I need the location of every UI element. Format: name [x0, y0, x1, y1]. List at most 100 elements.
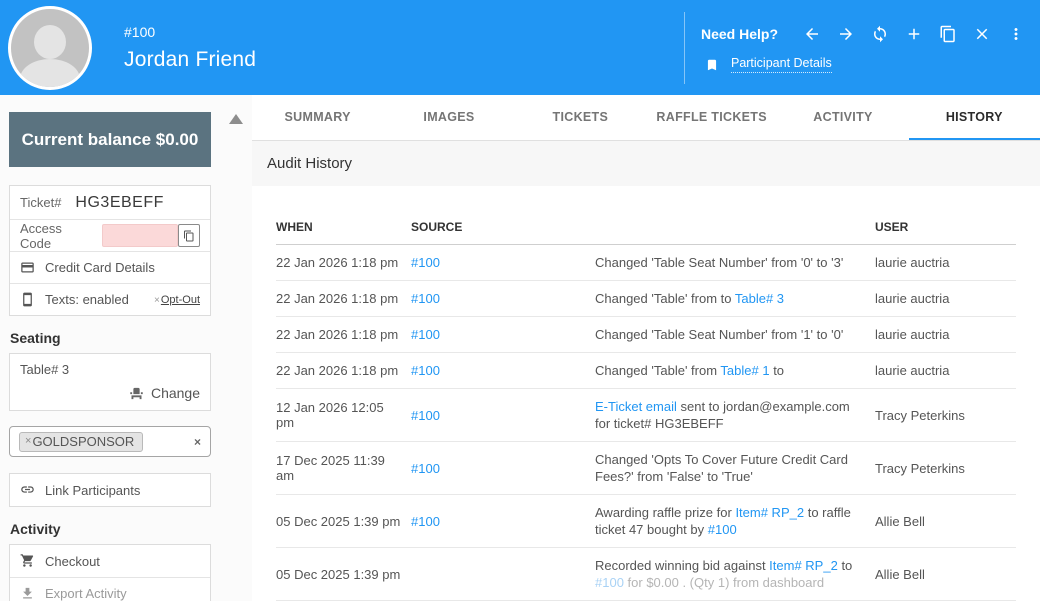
- tab-history[interactable]: HISTORY: [909, 95, 1040, 140]
- cell-source: #100: [411, 255, 595, 270]
- tab-summary[interactable]: SUMMARY: [252, 95, 383, 140]
- description-text: Awarding raffle prize for: [595, 505, 735, 520]
- breadcrumb[interactable]: Participant Details: [731, 56, 832, 73]
- ticket-row: Ticket# HG3EBEFF: [10, 186, 210, 219]
- table-row: 17 Dec 2025 11:39 am#100Changed 'Opts To…: [276, 442, 1016, 495]
- cell-description: Awarding raffle prize for Item# RP_2 to …: [595, 504, 875, 538]
- source-link[interactable]: #100: [411, 461, 440, 476]
- cell-user: Allie Bell: [875, 567, 1016, 582]
- change-seat-button[interactable]: Change: [20, 385, 200, 401]
- description-link[interactable]: Table# 1: [720, 363, 769, 378]
- cell-user: Allie Bell: [875, 514, 1016, 529]
- avatar: [8, 6, 92, 90]
- tag-goldsponsor: × GOLDSPONSOR: [19, 432, 143, 452]
- refresh-icon[interactable]: [866, 22, 894, 46]
- description-link[interactable]: E-Ticket email: [595, 399, 677, 414]
- avatar-silhouette: [34, 25, 66, 59]
- description-link[interactable]: Item# RP_2: [735, 505, 804, 520]
- ticket-value: HG3EBEFF: [75, 194, 163, 212]
- activity-card: Checkout Export Activity: [9, 544, 211, 601]
- cell-when: 22 Jan 2026 1:18 pm: [276, 291, 411, 306]
- cell-user: laurie auctria: [875, 255, 1016, 270]
- bookmark-icon: [705, 58, 719, 72]
- download-icon: [20, 586, 36, 601]
- description-text: for $0.00 . (Qty 1) from dashboard: [624, 575, 824, 590]
- tags-input[interactable]: × GOLDSPONSOR ×: [9, 426, 211, 457]
- description-link[interactable]: Table# 3: [735, 291, 784, 306]
- cart-icon: [20, 553, 36, 569]
- table-row: 22 Jan 2026 1:18 pm#100 Changed 'Table Se…: [276, 245, 1016, 281]
- forward-arrow-icon[interactable]: [832, 22, 860, 46]
- table-assignment: Table# 3: [20, 362, 200, 377]
- credit-card-row[interactable]: Credit Card Details: [10, 251, 210, 283]
- participant-info-card: Ticket# HG3EBEFF Access Code Credit Card…: [9, 185, 211, 316]
- header-toolbar: Need Help? Participant Details: [684, 12, 1030, 84]
- participant-name: Jordan Friend: [124, 48, 256, 72]
- cell-source: #100: [411, 363, 595, 378]
- description-text: Changed 'Table Seat Number' from '0' to …: [595, 255, 843, 270]
- source-link[interactable]: #100: [411, 363, 440, 378]
- description-text: Changed 'Opts To Cover Future Credit Car…: [595, 452, 848, 484]
- copy-access-code-button[interactable]: [178, 224, 200, 247]
- access-code-row: Access Code: [10, 219, 210, 251]
- description-text: Changed 'Table' from: [595, 363, 720, 378]
- link-participants-button[interactable]: Link Participants: [10, 474, 210, 506]
- checkout-button[interactable]: Checkout: [10, 545, 210, 577]
- export-activity-button[interactable]: Export Activity: [10, 577, 210, 601]
- tab-bar: SUMMARY IMAGES TICKETS RAFFLE TICKETS AC…: [252, 95, 1040, 141]
- more-vert-icon[interactable]: [1002, 22, 1030, 46]
- col-source: SOURCE: [411, 220, 595, 234]
- table-row: 12 Jan 2026 12:05 pm#100E-Ticket email s…: [276, 389, 1016, 442]
- clear-tags-icon[interactable]: ×: [194, 435, 201, 449]
- cell-user: laurie auctria: [875, 291, 1016, 306]
- tab-raffle-tickets[interactable]: RAFFLE TICKETS: [646, 95, 777, 140]
- remove-tag-icon[interactable]: ×: [25, 435, 31, 447]
- cell-user: Tracy Peterkins: [875, 461, 1016, 476]
- seating-card: Table# 3 Change: [9, 353, 211, 411]
- source-link[interactable]: #100: [411, 327, 440, 342]
- access-code-input[interactable]: [102, 224, 178, 247]
- back-arrow-icon[interactable]: [798, 22, 826, 46]
- cell-source: #100: [411, 327, 595, 342]
- description-link[interactable]: #100: [708, 522, 737, 537]
- texts-row: Texts: enabled ×Opt-Out: [10, 283, 210, 315]
- phone-icon: [20, 292, 36, 308]
- add-icon[interactable]: [900, 22, 928, 46]
- cell-when: 12 Jan 2026 12:05 pm: [276, 400, 411, 430]
- description-link[interactable]: #100: [595, 575, 624, 590]
- sidebar: Current balance $0.00 Ticket# HG3EBEFF A…: [0, 95, 211, 601]
- link-participants-card: Link Participants: [9, 473, 211, 507]
- table-row: 22 Jan 2026 1:18 pm#100Changed 'Table Se…: [276, 317, 1016, 353]
- main-content: SUMMARY IMAGES TICKETS RAFFLE TICKETS AC…: [252, 95, 1040, 601]
- cell-when: 05 Dec 2025 1:39 pm: [276, 567, 411, 582]
- close-icon[interactable]: [968, 22, 996, 46]
- current-balance-badge: Current balance $0.00: [9, 112, 211, 167]
- cell-source: #100: [411, 461, 595, 476]
- source-link[interactable]: #100: [411, 408, 440, 423]
- table-row: 22 Jan 2026 1:18 pm#100Changed 'Table' f…: [276, 353, 1016, 389]
- cell-description: Changed 'Table' from Table# 1 to: [595, 362, 875, 379]
- checkout-label: Checkout: [45, 554, 100, 569]
- tab-images[interactable]: IMAGES: [383, 95, 514, 140]
- credit-card-icon: [20, 260, 36, 276]
- opt-out-link[interactable]: ×Opt-Out: [154, 294, 200, 306]
- cell-when: 22 Jan 2026 1:18 pm: [276, 327, 411, 342]
- source-link[interactable]: #100: [411, 291, 440, 306]
- cell-when: 22 Jan 2026 1:18 pm: [276, 255, 411, 270]
- cell-source: #100: [411, 291, 595, 306]
- col-when: WHEN: [276, 220, 411, 234]
- source-link[interactable]: #100: [411, 514, 440, 529]
- scroll-up-arrow[interactable]: [229, 114, 243, 124]
- credit-card-label: Credit Card Details: [45, 260, 155, 275]
- table-row: 05 Dec 2025 1:39 pm#100Awarding raffle p…: [276, 495, 1016, 548]
- activity-heading: Activity: [10, 521, 211, 537]
- copy-icon[interactable]: [934, 22, 962, 46]
- tab-tickets[interactable]: TICKETS: [515, 95, 646, 140]
- tab-activity[interactable]: ACTIVITY: [777, 95, 908, 140]
- need-help-link[interactable]: Need Help?: [701, 26, 778, 42]
- source-link[interactable]: #100: [411, 255, 440, 270]
- col-user: USER: [875, 220, 1016, 234]
- description-text: Recorded winning bid against: [595, 558, 769, 573]
- description-link[interactable]: Item# RP_2: [769, 558, 838, 573]
- cell-description: Recorded winning bid against Item# RP_2 …: [595, 557, 875, 591]
